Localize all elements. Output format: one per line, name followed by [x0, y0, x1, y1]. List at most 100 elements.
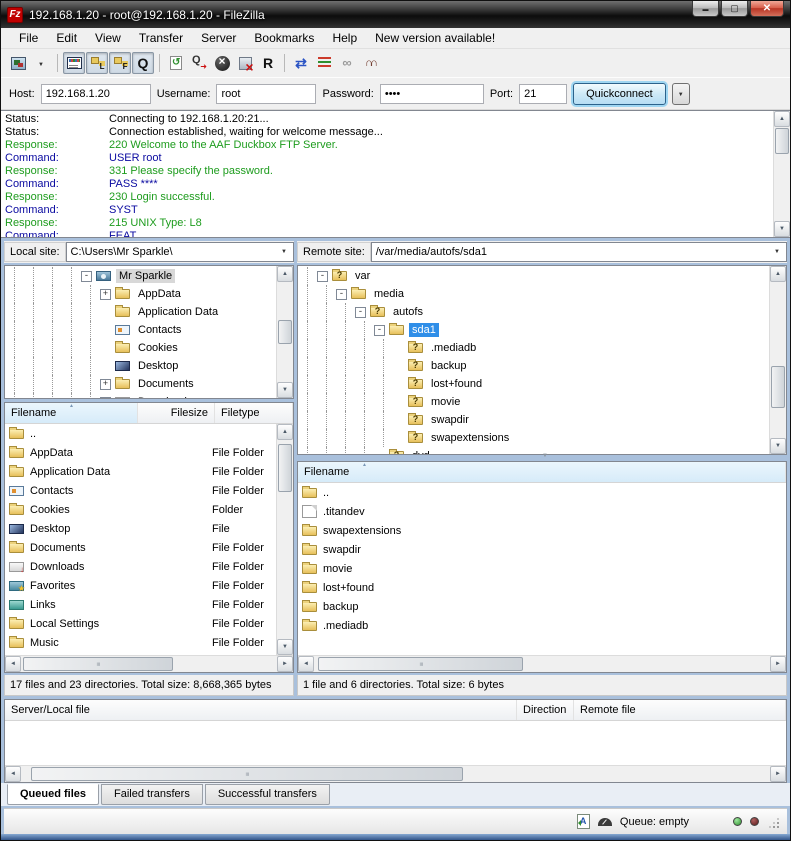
scrollbar-thumb[interactable] [31, 767, 463, 781]
password-input[interactable] [380, 84, 484, 104]
file-row[interactable]: AppDataFile Folder [5, 443, 293, 462]
file-row[interactable]: .mediadb [298, 616, 786, 635]
menu-help[interactable]: Help [324, 29, 365, 47]
scroll-up-arrow[interactable] [277, 266, 293, 282]
local-tree-item-downloads[interactable]: Downloads [5, 393, 275, 399]
file-row[interactable]: .. [5, 424, 293, 443]
scroll-up-arrow[interactable] [770, 266, 786, 282]
expand-icon[interactable] [100, 397, 111, 400]
menu-bookmarks[interactable]: Bookmarks [246, 29, 322, 47]
cancel-operation-button[interactable] [211, 52, 233, 74]
log-vertical-scrollbar[interactable] [773, 111, 790, 237]
scrollbar-thumb[interactable] [771, 366, 785, 408]
scrollbar-thumb[interactable] [318, 657, 523, 671]
column-header-filename[interactable]: Filename [5, 403, 138, 423]
find-files-button[interactable] [359, 52, 381, 74]
local-tree-item-documents[interactable]: Documents [5, 375, 275, 393]
collapse-icon[interactable] [374, 325, 385, 336]
queue-horizontal-scrollbar[interactable] [5, 765, 786, 782]
column-header-direction[interactable]: Direction [517, 700, 574, 720]
remote-tree-item-backup[interactable]: backup [298, 357, 768, 375]
quickconnect-button[interactable]: Quickconnect [573, 83, 666, 105]
column-header-filesize[interactable]: Filesize [138, 403, 215, 423]
file-row[interactable]: Application DataFile Folder [5, 462, 293, 481]
remote-tree-item-sda1[interactable]: sda1 [298, 321, 768, 339]
scroll-left-arrow[interactable] [5, 766, 21, 782]
remote-tree-item-swapdir[interactable]: swapdir [298, 411, 768, 429]
toggle-remote-tree-button[interactable] [109, 52, 131, 74]
remote-tree-item-swapextensions[interactable]: swapextensions [298, 429, 768, 447]
file-row[interactable]: CookiesFolder [5, 500, 293, 519]
file-row[interactable]: DesktopFile [5, 519, 293, 538]
remote-tree-item-lost-found[interactable]: lost+found [298, 375, 768, 393]
quickconnect-dropdown-button[interactable] [672, 83, 690, 105]
scroll-up-arrow[interactable] [774, 111, 790, 127]
column-header-filename[interactable]: Filename [298, 462, 786, 482]
scrollbar-thumb[interactable] [278, 320, 292, 344]
remote-tree-item-dvd[interactable]: dvd [298, 447, 768, 455]
local-tree-vertical-scrollbar[interactable] [276, 266, 293, 398]
file-row[interactable]: Local SettingsFile Folder [5, 614, 293, 633]
collapse-icon[interactable] [81, 271, 92, 282]
file-row[interactable]: .. [298, 483, 786, 502]
column-header-remote-file[interactable]: Remote file [574, 700, 786, 720]
scroll-left-arrow[interactable] [298, 656, 314, 672]
process-queue-button[interactable] [188, 52, 210, 74]
minimize-button[interactable] [692, 1, 719, 17]
local-tree-item-appdata[interactable]: AppData [5, 285, 275, 303]
local-list-horizontal-scrollbar[interactable] [5, 655, 293, 672]
local-tree-item-application-data[interactable]: Application Data [5, 303, 275, 321]
file-row[interactable]: MusicFile Folder [5, 633, 293, 652]
menu-server[interactable]: Server [193, 29, 244, 47]
scrollbar-thumb[interactable] [23, 657, 173, 671]
local-tree-item-contacts[interactable]: Contacts [5, 321, 275, 339]
disconnect-button[interactable] [234, 52, 256, 74]
remote-tree-item-movie[interactable]: movie [298, 393, 768, 411]
file-row[interactable]: .titandev [298, 502, 786, 521]
resize-grip[interactable] [767, 816, 779, 828]
file-row[interactable]: movie [298, 559, 786, 578]
synchronized-browsing-button[interactable] [313, 52, 335, 74]
username-input[interactable] [216, 84, 316, 104]
menu-view[interactable]: View [87, 29, 129, 47]
remote-tree-item-autofs[interactable]: autofs [298, 303, 768, 321]
scroll-up-arrow[interactable] [277, 424, 293, 440]
local-tree-item-cookies[interactable]: Cookies [5, 339, 275, 357]
tab-successful-transfers[interactable]: Successful transfers [205, 784, 330, 805]
link-button[interactable] [336, 52, 358, 74]
site-manager-dropdown-button[interactable] [30, 52, 52, 74]
toggle-message-log-button[interactable] [63, 52, 85, 74]
menu-edit[interactable]: Edit [48, 29, 85, 47]
file-row[interactable]: DownloadsFile Folder [5, 557, 293, 576]
remote-site-combobox[interactable]: /var/media/autofs/sda1 ▼ [371, 242, 787, 262]
menu-new-version[interactable]: New version available! [367, 29, 503, 47]
speed-limits-icon[interactable] [598, 818, 612, 826]
scroll-down-arrow[interactable] [277, 382, 293, 398]
local-list-vertical-scrollbar[interactable] [276, 424, 293, 655]
transfer-type-icon[interactable] [577, 814, 590, 829]
local-tree-item-mr-sparkle[interactable]: Mr Sparkle [5, 267, 275, 285]
file-row[interactable]: backup [298, 597, 786, 616]
column-header-filetype[interactable]: Filetype [215, 403, 293, 423]
local-tree-item-desktop[interactable]: Desktop [5, 357, 275, 375]
close-button[interactable] [750, 1, 784, 17]
scroll-down-arrow[interactable] [770, 438, 786, 454]
expand-icon[interactable] [100, 289, 111, 300]
maximize-button[interactable] [721, 1, 748, 17]
scrollbar-thumb[interactable] [775, 128, 789, 154]
file-row[interactable]: swapextensions [298, 521, 786, 540]
collapse-icon[interactable] [317, 271, 328, 282]
title-bar[interactable]: Fz 192.168.1.20 - root@192.168.1.20 - Fi… [1, 1, 790, 28]
remote-tree-vertical-scrollbar[interactable] [769, 266, 786, 454]
file-row[interactable]: LinksFile Folder [5, 595, 293, 614]
file-row[interactable]: lost+found [298, 578, 786, 597]
file-row[interactable]: DocumentsFile Folder [5, 538, 293, 557]
file-row[interactable]: ContactsFile Folder [5, 481, 293, 500]
expand-icon[interactable] [100, 379, 111, 390]
scroll-right-arrow[interactable] [277, 656, 293, 672]
refresh-button[interactable] [165, 52, 187, 74]
menu-transfer[interactable]: Transfer [131, 29, 191, 47]
directory-comparison-button[interactable] [290, 52, 312, 74]
remote-tree-item-var[interactable]: var [298, 267, 768, 285]
remote-tree-item-mediadb[interactable]: .mediadb [298, 339, 768, 357]
